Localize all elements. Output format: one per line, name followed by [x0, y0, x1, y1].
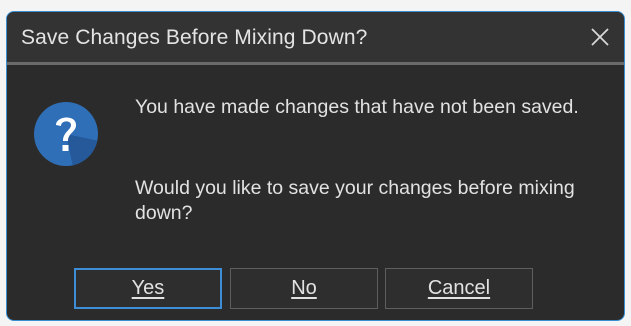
dialog-titlebar: Save Changes Before Mixing Down? — [7, 12, 624, 65]
cancel-button[interactable]: Cancel — [385, 268, 533, 309]
message-unsaved-changes: You have made changes that have not been… — [135, 96, 579, 118]
dialog-title: Save Changes Before Mixing Down? — [21, 26, 368, 49]
question-mark-icon — [33, 101, 99, 167]
close-icon[interactable] — [588, 25, 612, 49]
yes-button[interactable]: Yes — [74, 268, 222, 309]
save-changes-dialog: Save Changes Before Mixing Down? You hav… — [6, 11, 625, 321]
message-save-question: Would you like to save your changes befo… — [135, 177, 575, 224]
no-button[interactable]: No — [230, 268, 378, 309]
